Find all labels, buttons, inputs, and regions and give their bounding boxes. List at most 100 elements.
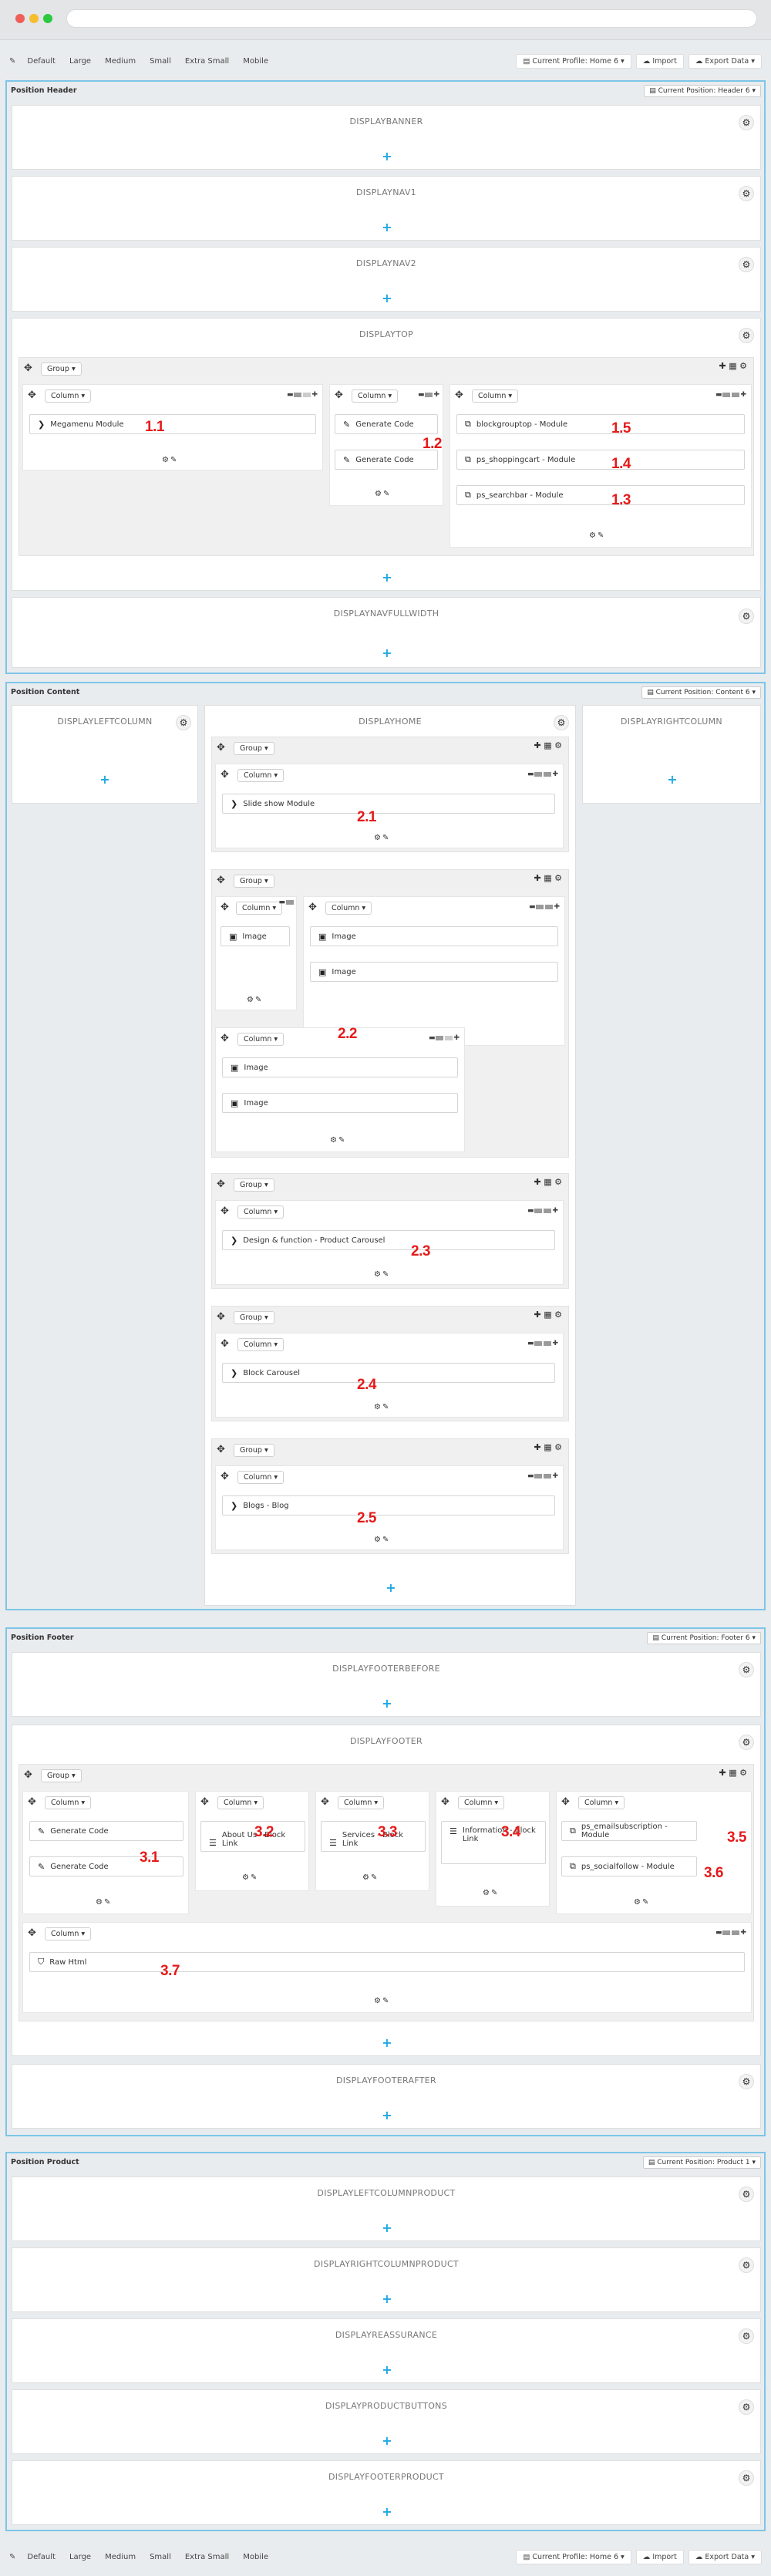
- move-icon[interactable]: ✥: [561, 1796, 570, 1808]
- column-controls[interactable]: ▬ ✚: [527, 770, 558, 778]
- column-settings-icons[interactable]: ⚙✎: [589, 531, 605, 540]
- add-group-icon[interactable]: +: [381, 2222, 393, 2234]
- module-information[interactable]: ☰ Information - Block Link: [441, 1821, 546, 1864]
- column-settings-icons[interactable]: ⚙✎: [634, 1898, 650, 1907]
- column-dropdown[interactable]: Column ▾: [45, 389, 92, 403]
- add-group-icon[interactable]: +: [381, 2293, 393, 2305]
- gear-icon[interactable]: ⚙: [739, 257, 754, 272]
- column-settings-icons[interactable]: ⚙✎: [374, 1997, 390, 2005]
- move-icon[interactable]: ✥: [221, 1205, 229, 1217]
- device-small[interactable]: Small: [144, 55, 177, 68]
- gear-icon[interactable]: ⚙: [739, 115, 754, 130]
- column-settings-icons[interactable]: ⚙✎: [162, 456, 178, 464]
- current-position-dropdown[interactable]: ▤ Current Position: Header 6 ▾: [644, 85, 761, 97]
- column-dropdown[interactable]: Column ▾: [236, 902, 283, 915]
- add-group-icon[interactable]: +: [381, 2506, 393, 2518]
- current-position-dropdown[interactable]: ▤ Current Position: Footer 6 ▾: [647, 1632, 761, 1644]
- group-dropdown[interactable]: Group ▾: [41, 362, 82, 376]
- column-settings-icons[interactable]: ⚙✎: [330, 1136, 346, 1145]
- column-settings-icons[interactable]: ⚙✎: [375, 490, 391, 498]
- move-icon[interactable]: ✥: [217, 742, 225, 754]
- maximize-window-icon[interactable]: [43, 14, 52, 23]
- move-icon[interactable]: ✥: [321, 1796, 329, 1808]
- gear-icon[interactable]: ⚙: [739, 2470, 754, 2486]
- address-bar[interactable]: [66, 9, 757, 28]
- import-button[interactable]: ☁ Import: [635, 2549, 684, 2564]
- move-icon[interactable]: ✥: [217, 1178, 225, 1190]
- add-group-icon[interactable]: +: [381, 647, 393, 659]
- export-data-dropdown[interactable]: ☁ Export Data ▾: [688, 53, 762, 69]
- column-dropdown[interactable]: Column ▾: [325, 902, 372, 915]
- current-position-dropdown[interactable]: ▤ Current Position: Content 6 ▾: [641, 686, 761, 699]
- move-icon[interactable]: ✥: [200, 1796, 209, 1808]
- add-group-icon[interactable]: +: [381, 2435, 393, 2447]
- module-image[interactable]: ▣ Image: [222, 1057, 458, 1077]
- device-large[interactable]: Large: [64, 55, 96, 68]
- group-controls[interactable]: ✚ ▦ ⚙: [534, 740, 562, 750]
- module-shoppingcart[interactable]: ⧉ ps_shoppingcart - Module: [456, 450, 745, 470]
- move-icon[interactable]: ✥: [441, 1796, 449, 1808]
- column-settings-icons[interactable]: ⚙✎: [374, 1536, 390, 1544]
- module-image[interactable]: ▣ Image: [310, 962, 558, 982]
- group-controls[interactable]: ✚ ▦ ⚙: [719, 361, 747, 371]
- move-icon[interactable]: ✥: [28, 1927, 36, 1939]
- column-dropdown[interactable]: Column ▾: [237, 1033, 284, 1046]
- current-profile-dropdown[interactable]: ▤ Current Profile: Home 6 ▾: [516, 53, 631, 69]
- module-image[interactable]: ▣ Image: [310, 926, 558, 946]
- module-blockgrouptop[interactable]: ⧉ blockgrouptop - Module: [456, 414, 745, 434]
- add-group-icon[interactable]: +: [381, 2037, 393, 2049]
- gear-icon[interactable]: ⚙: [739, 186, 754, 201]
- pencil-icon[interactable]: ✎: [9, 57, 15, 66]
- gear-icon[interactable]: ⚙: [739, 2187, 754, 2202]
- gear-icon[interactable]: ⚙: [176, 715, 191, 730]
- move-icon[interactable]: ✥: [455, 389, 463, 401]
- minimize-window-icon[interactable]: [29, 14, 39, 23]
- column-dropdown[interactable]: Column ▾: [472, 389, 519, 403]
- column-dropdown[interactable]: Column ▾: [338, 1796, 385, 1809]
- column-dropdown[interactable]: Column ▾: [45, 1796, 92, 1809]
- column-dropdown[interactable]: Column ▾: [237, 1471, 284, 1484]
- module-raw-html[interactable]: ⛉ Raw Html: [29, 1952, 745, 1972]
- gear-icon[interactable]: ⚙: [739, 2328, 754, 2344]
- close-window-icon[interactable]: [15, 14, 25, 23]
- gear-icon[interactable]: ⚙: [739, 609, 754, 624]
- module-generate-code[interactable]: ✎ Generate Code: [29, 1856, 183, 1876]
- group-dropdown[interactable]: Group ▾: [234, 875, 274, 888]
- current-profile-dropdown[interactable]: ▤ Current Profile: Home 6 ▾: [516, 2549, 631, 2564]
- device-large[interactable]: Large: [64, 2551, 96, 2564]
- device-extra-small[interactable]: Extra Small: [180, 55, 234, 68]
- column-settings-icons[interactable]: ⚙✎: [242, 1873, 258, 1882]
- group-controls[interactable]: ✚ ▦ ⚙: [534, 1442, 562, 1452]
- move-icon[interactable]: ✥: [28, 1796, 36, 1808]
- column-controls[interactable]: ▬ ✚: [715, 1929, 746, 1937]
- group-controls[interactable]: ✚ ▦ ⚙: [534, 1310, 562, 1320]
- column-dropdown[interactable]: Column ▾: [352, 389, 399, 403]
- module-image[interactable]: ▣ Image: [222, 1093, 458, 1113]
- move-icon[interactable]: ✥: [217, 1311, 225, 1323]
- device-extra-small[interactable]: Extra Small: [180, 2551, 234, 2564]
- pencil-icon[interactable]: ✎: [9, 2553, 15, 2561]
- gear-icon[interactable]: ⚙: [739, 1735, 754, 1750]
- module-blogs[interactable]: ❯ Blogs - Blog: [222, 1495, 555, 1516]
- module-socialfollow[interactable]: ⧉ ps_socialfollow - Module: [561, 1856, 697, 1876]
- module-about-us[interactable]: ☰ About Us - Block Link: [200, 1821, 305, 1852]
- add-group-icon[interactable]: +: [99, 774, 111, 786]
- group-controls[interactable]: ✚ ▦ ⚙: [534, 1177, 562, 1187]
- column-settings-icons[interactable]: ⚙✎: [362, 1873, 379, 1882]
- gear-icon[interactable]: ⚙: [739, 328, 754, 343]
- add-group-icon[interactable]: +: [381, 150, 393, 163]
- move-icon[interactable]: ✥: [221, 769, 229, 781]
- column-dropdown[interactable]: Column ▾: [237, 1338, 284, 1351]
- column-settings-icons[interactable]: ⚙✎: [374, 834, 390, 842]
- move-icon[interactable]: ✥: [24, 362, 32, 374]
- move-icon[interactable]: ✥: [308, 902, 317, 913]
- add-group-icon[interactable]: +: [381, 221, 393, 234]
- device-small[interactable]: Small: [144, 2551, 177, 2564]
- current-position-dropdown[interactable]: ▤ Current Position: Product 1 ▾: [642, 2156, 761, 2169]
- group-controls[interactable]: ✚ ▦ ⚙: [534, 873, 562, 883]
- gear-icon[interactable]: ⚙: [739, 2257, 754, 2273]
- column-dropdown[interactable]: Column ▾: [578, 1796, 625, 1809]
- column-controls[interactable]: ▬ ✚: [527, 1340, 558, 1347]
- column-controls[interactable]: ▬ ✚: [429, 1034, 460, 1042]
- module-design-function[interactable]: ❯ Design & function - Product Carousel: [222, 1230, 555, 1250]
